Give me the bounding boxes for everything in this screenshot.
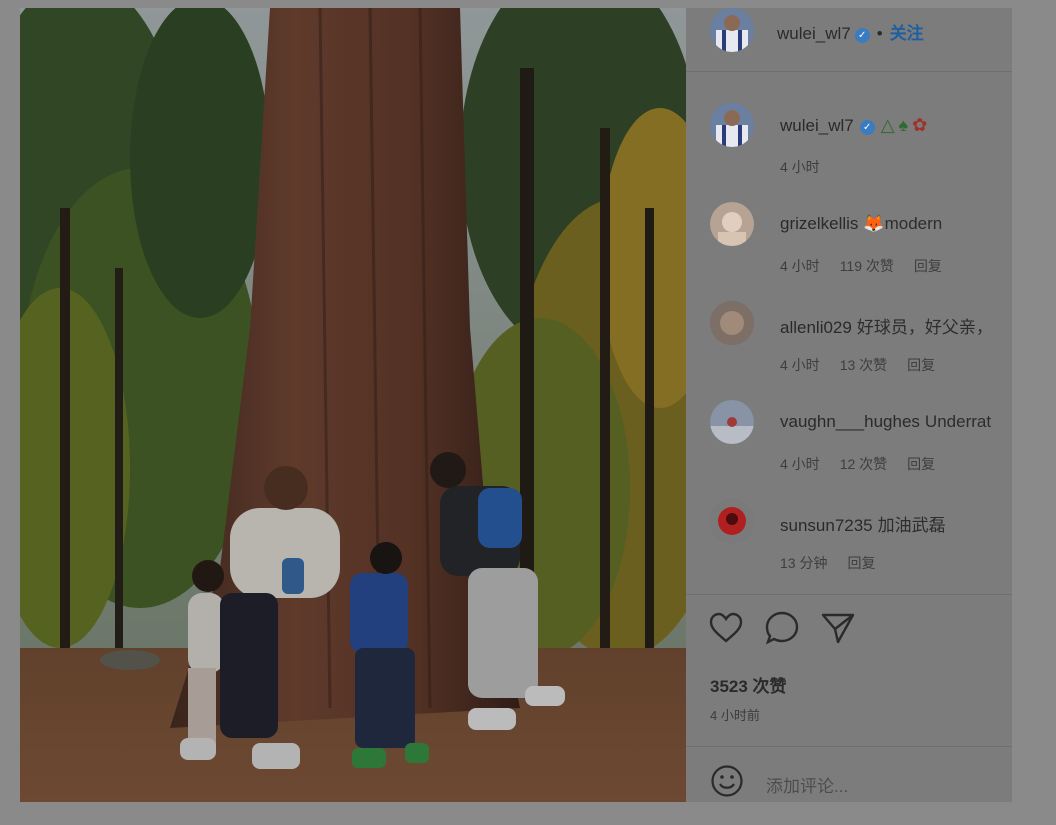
comment-time: 4 小时 — [780, 456, 820, 472]
caption-avatar[interactable] — [710, 103, 754, 147]
post-panel: wulei_wl7 ✓ • 关注 wulei_wl7 ✓ △ ♠ ✿ 4 小时 grizelk… — [686, 8, 1012, 802]
add-comment-bar: 添加评论... — [710, 764, 1010, 800]
follow-button[interactable]: 关注 — [890, 24, 924, 43]
actions-divider — [686, 594, 1012, 595]
reply-button[interactable]: 回复 — [847, 555, 875, 571]
heart-icon[interactable] — [708, 610, 744, 646]
reply-button[interactable]: 回复 — [914, 258, 942, 274]
post-time: 4 小时前 — [710, 708, 760, 723]
separator-dot: • — [876, 24, 883, 43]
like-count[interactable]: 3523 次赞 — [710, 672, 787, 697]
comment-text: 加油武磊 — [877, 516, 946, 535]
commenter-avatar[interactable] — [710, 400, 754, 444]
comment-time: 4 小时 — [780, 258, 820, 274]
reply-button[interactable]: 回复 — [907, 357, 935, 373]
comment-username[interactable]: allenli029 — [780, 318, 852, 337]
comment-time: 13 分钟 — [780, 555, 828, 571]
family-hugging-tree-photo — [20, 8, 686, 802]
comment-likes[interactable]: 13 次赞 — [840, 357, 887, 373]
input-divider — [686, 746, 1012, 747]
post-photo[interactable] — [20, 8, 686, 802]
caption-emoji-1: △ — [880, 115, 895, 135]
comment-username[interactable]: grizelkellis — [780, 214, 858, 233]
commenter-avatar[interactable] — [710, 301, 754, 345]
comment-likes[interactable]: 12 次赞 — [840, 456, 887, 472]
post-header: wulei_wl7 ✓ • 关注 — [686, 8, 1012, 72]
caption-time: 4 小时 — [780, 159, 820, 175]
comment-time: 4 小时 — [780, 357, 820, 373]
author-avatar[interactable] — [710, 8, 754, 52]
comment-text: 🦊modern — [863, 214, 943, 233]
caption-emoji-2: ♠ — [898, 115, 909, 135]
share-icon[interactable] — [820, 610, 856, 646]
comment-text: Underrat — [924, 412, 992, 431]
author-username[interactable]: wulei_wl7 — [777, 24, 851, 43]
verified-icon: ✓ — [859, 120, 875, 135]
comment-icon[interactable] — [764, 610, 800, 646]
comment-username[interactable]: sunsun7235 — [780, 516, 873, 535]
reply-button[interactable]: 回复 — [907, 456, 935, 472]
commenter-avatar[interactable] — [710, 202, 754, 246]
add-comment-input[interactable]: 添加评论... — [766, 772, 848, 797]
caption-username[interactable]: wulei_wl7 — [780, 116, 854, 135]
verified-icon: ✓ — [854, 28, 870, 43]
comment-likes[interactable]: 119 次赞 — [840, 258, 894, 274]
smile-icon[interactable] — [710, 764, 744, 798]
comment-username[interactable]: vaughn___hughes — [780, 412, 920, 431]
comment-text: 好球员，好父亲， — [856, 318, 993, 337]
commenter-avatar[interactable] — [710, 499, 754, 543]
caption-emoji-3: ✿ — [912, 115, 928, 135]
